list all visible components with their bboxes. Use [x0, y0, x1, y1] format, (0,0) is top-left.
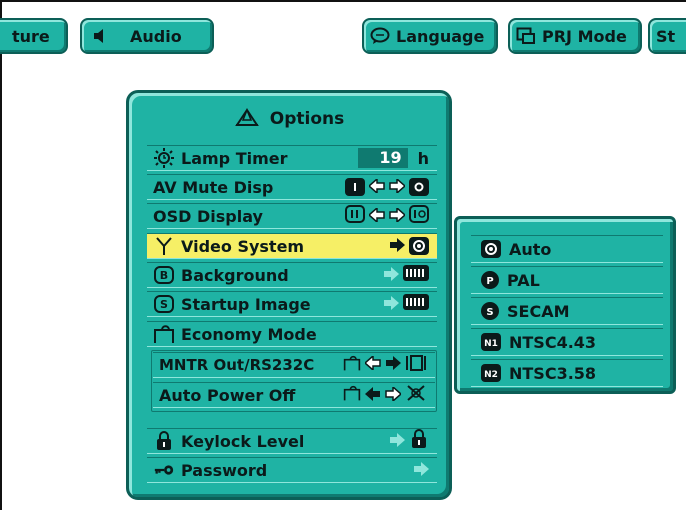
svg-text:S: S — [160, 298, 168, 311]
arrow-left-icon — [367, 176, 385, 197]
video-option-label: SECAM — [507, 301, 570, 321]
video-option-auto[interactable]: Auto — [471, 235, 663, 263]
menu-item-auto-power-off[interactable]: Auto Power Off — [153, 382, 435, 408]
lock-icon — [153, 431, 175, 451]
economy-icon — [343, 354, 361, 376]
tab-picture[interactable]: ture — [0, 18, 68, 54]
video-option-pal[interactable]: P PAL — [471, 266, 663, 294]
password-label: Password — [181, 460, 268, 480]
video-option-secam[interactable]: S SECAM — [471, 297, 663, 325]
arrow-left-icon — [363, 354, 381, 374]
tab-language[interactable]: Language — [362, 18, 498, 54]
key-icon — [153, 460, 175, 480]
speaker-icon — [90, 27, 110, 45]
ntsc358-icon: N2 — [481, 364, 501, 382]
video-system-submenu: Auto P PAL S SECAM N1 NTSC4.43 N2 NTSC3.… — [454, 216, 676, 394]
menu-item-keylock-level[interactable]: Keylock Level — [147, 428, 437, 454]
tab-label: PRJ Mode — [542, 26, 627, 46]
arrow-right-icon — [389, 432, 405, 451]
video-option-label: NTSC4.43 — [509, 332, 597, 352]
lamp-timer-unit: h — [417, 148, 429, 168]
tab-label: Audio — [130, 26, 182, 46]
arrow-right-icon — [385, 356, 401, 374]
secam-icon: S — [481, 302, 499, 320]
lock-icon — [409, 429, 429, 453]
video-option-ntsc358[interactable]: N2 NTSC3.58 — [471, 359, 663, 387]
arrow-right-icon — [389, 176, 407, 197]
ntsc443-icon: N1 — [481, 333, 501, 351]
startup-icon: S — [153, 294, 175, 314]
arrow-right-icon — [389, 237, 405, 256]
pal-icon: P — [481, 271, 499, 289]
tab-prj-mode[interactable]: PRJ Mode — [508, 18, 642, 54]
auto-video-icon — [409, 237, 429, 255]
lamp-icon — [153, 148, 175, 168]
startup-image-label: Startup Image — [181, 294, 311, 314]
mntr-out-label: MNTR Out/RS232C — [159, 356, 315, 374]
tab-label: St — [656, 26, 676, 46]
logo-on-icon — [409, 178, 429, 196]
tab-audio[interactable]: Audio — [80, 18, 214, 54]
menu-item-economy-mode[interactable]: Economy Mode — [147, 321, 437, 347]
tab-label: ture — [12, 26, 50, 46]
menu-item-startup-image[interactable]: S Startup Image — [147, 291, 437, 317]
video-option-ntsc443[interactable]: N1 NTSC4.43 — [471, 328, 663, 356]
menu-item-video-system[interactable]: Video System — [147, 233, 437, 259]
arrow-right-icon — [383, 266, 399, 285]
logo-off-icon — [345, 178, 365, 196]
osd-on-icon — [345, 205, 365, 227]
arrow-right-icon — [383, 295, 399, 314]
video-option-label: PAL — [507, 270, 540, 290]
power-off-icon — [405, 383, 427, 407]
menu-item-osd-display[interactable]: OSD Display — [147, 203, 437, 229]
arrow-right-icon — [413, 461, 429, 480]
options-menu: Options Lamp Timer 19 h AV Mute Disp OSD… — [126, 90, 452, 500]
tab-label: Language — [396, 26, 485, 46]
tab-status[interactable]: St — [648, 18, 686, 54]
monitor-out-icon — [405, 354, 427, 376]
philips-logo-icon — [403, 294, 429, 314]
options-icon — [234, 106, 260, 133]
screen-border-left — [0, 0, 2, 510]
arrow-right-icon — [385, 384, 403, 405]
options-title: Options — [269, 109, 345, 129]
menu-item-av-mute-disp[interactable]: AV Mute Disp — [147, 174, 437, 200]
auto-power-off-label: Auto Power Off — [159, 385, 296, 405]
svg-text:N1: N1 — [484, 339, 498, 348]
svg-text:N2: N2 — [484, 370, 498, 379]
av-mute-disp-label: AV Mute Disp — [153, 177, 274, 197]
lamp-timer-value: 19 — [357, 148, 408, 168]
osd-display-label: OSD Display — [153, 206, 263, 226]
video-option-label: Auto — [509, 239, 552, 259]
lamp-timer-label: Lamp Timer — [181, 148, 288, 168]
philips-logo-icon — [403, 265, 429, 285]
video-option-label: NTSC3.58 — [509, 363, 597, 383]
economy-icon — [153, 324, 175, 344]
osd-off-icon — [409, 205, 429, 227]
background-icon: B — [153, 265, 175, 285]
options-title-bar: Options — [129, 103, 449, 135]
arrow-right-icon — [389, 205, 407, 226]
auto-video-icon — [481, 240, 501, 258]
menu-item-mntr-out[interactable]: MNTR Out/RS232C — [153, 352, 435, 378]
menu-item-lamp-timer[interactable]: Lamp Timer 19 h — [147, 145, 437, 171]
economy-mode-label: Economy Mode — [181, 324, 317, 344]
speech-bubble-icon — [370, 27, 390, 45]
background-label: Background — [181, 265, 289, 285]
svg-text:B: B — [160, 269, 168, 282]
arrow-left-icon — [365, 386, 381, 405]
screen-icon — [516, 27, 536, 45]
menu-item-password[interactable]: Password — [147, 457, 437, 483]
antenna-icon — [153, 236, 175, 256]
svg-text:P: P — [486, 276, 493, 286]
economy-icon — [343, 384, 361, 406]
video-system-label: Video System — [181, 236, 305, 256]
arrow-left-icon — [367, 205, 385, 226]
menu-item-background[interactable]: B Background — [147, 262, 437, 288]
keylock-level-label: Keylock Level — [181, 431, 305, 451]
svg-text:S: S — [486, 307, 493, 317]
screen-border-top — [0, 0, 686, 2]
